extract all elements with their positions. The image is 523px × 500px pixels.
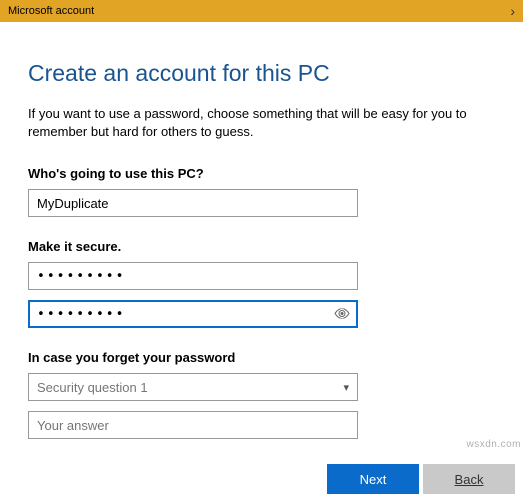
- security-question-value: Security question 1: [37, 380, 148, 395]
- security-question-select[interactable]: Security question 1 ▾: [28, 373, 358, 401]
- title-bar-text: Microsoft account: [8, 0, 94, 22]
- next-button[interactable]: Next: [327, 464, 419, 494]
- back-button[interactable]: Back: [423, 464, 515, 494]
- page-heading: Create an account for this PC: [28, 60, 495, 87]
- chevron-right-icon[interactable]: ›: [510, 0, 515, 22]
- password-input[interactable]: [28, 262, 358, 290]
- username-input[interactable]: [28, 189, 358, 217]
- username-label: Who's going to use this PC?: [28, 166, 495, 181]
- watermark: wsxdn.com: [466, 439, 521, 450]
- security-answer-input[interactable]: [28, 411, 358, 439]
- title-bar: Microsoft account ›: [0, 0, 523, 22]
- reveal-password-icon[interactable]: [334, 307, 350, 322]
- security-question-label: In case you forget your password: [28, 350, 495, 365]
- page-description: If you want to use a password, choose so…: [28, 105, 488, 140]
- chevron-down-icon: ▾: [343, 381, 349, 394]
- password-section-label: Make it secure.: [28, 239, 495, 254]
- content-area: Create an account for this PC If you wan…: [0, 22, 523, 439]
- confirm-password-input[interactable]: [28, 300, 358, 328]
- button-bar: Next Back: [0, 458, 523, 500]
- confirm-password-wrap: [28, 300, 358, 328]
